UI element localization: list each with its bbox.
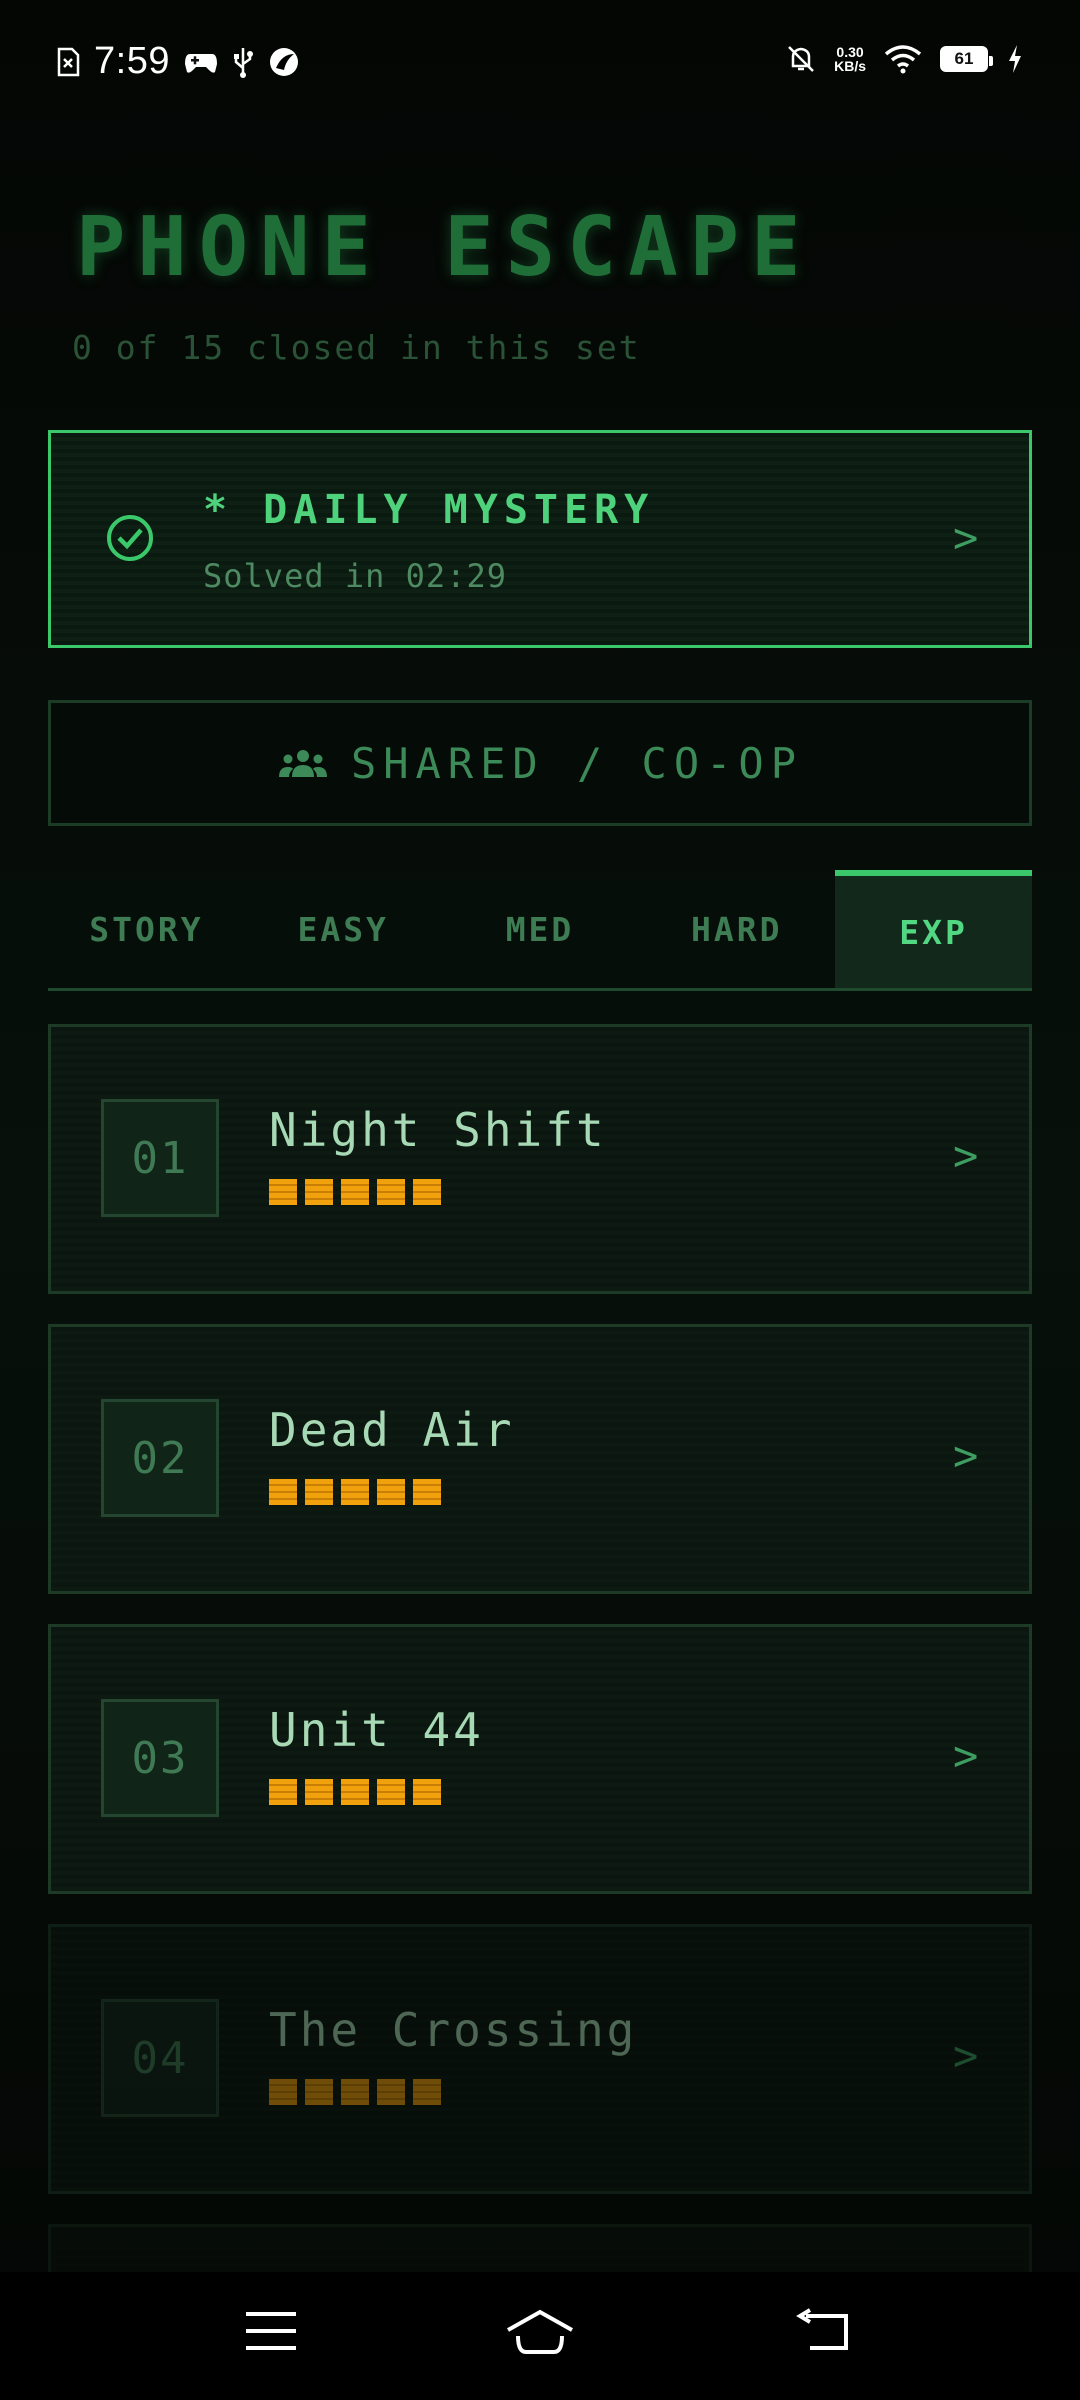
difficulty-bar [269,1479,297,1505]
daily-mystery-title: * DAILY MYSTERY [203,487,655,533]
wifi-icon [884,45,922,74]
chevron-right-icon: > [953,513,979,562]
progress-subtitle: 0 of 15 closed in this set [72,328,641,367]
battery-icon: 61 [940,46,993,72]
difficulty-bar [377,2079,405,2105]
tab-exp[interactable]: EXP [835,870,1032,988]
difficulty-bar [341,2079,369,2105]
difficulty-bar [413,1479,441,1505]
shared-coop-label: SHARED / CO-OP [350,738,803,788]
difficulty-tabs: STORY EASY MED HARD EXP [48,870,1032,991]
level-name: Night Shift [269,1103,607,1157]
difficulty-bar [305,2079,333,2105]
level-number: 01 [101,1099,219,1217]
tab-easy[interactable]: EASY [245,870,442,988]
difficulty-bar [305,1479,333,1505]
level-name: Unit 44 [269,1703,484,1757]
difficulty-bar [269,1779,297,1805]
difficulty-bar [305,1779,333,1805]
page-title: PHONE ESCAPE [76,200,813,295]
level-number: 03 [101,1699,219,1817]
gamepad-icon [184,53,217,73]
back-icon[interactable] [796,2308,850,2354]
home-icon[interactable] [504,2308,576,2358]
difficulty-bar [341,1479,369,1505]
tab-med[interactable]: MED [442,870,639,988]
level-item[interactable]: 03 Unit 44 > [48,1624,1032,1894]
clock: 7:59 [94,40,170,82]
shared-coop-button[interactable]: SHARED / CO-OP [48,700,1032,826]
level-item[interactable]: 04 The Crossing > [48,1924,1032,2194]
difficulty-bar [413,1179,441,1205]
level-item[interactable]: 02 Dead Air > [48,1324,1032,1594]
charging-icon [1009,45,1021,73]
daily-solved-time: Solved in 02:29 [203,557,507,595]
level-name: The Crossing [269,2003,638,2057]
system-nav-bar [0,2272,1080,2400]
difficulty-bar [269,1179,297,1205]
level-number: 04 [101,1999,219,2117]
bell-off-icon [788,46,814,72]
network-speed: 0.30 KB/s [834,44,866,74]
chevron-right-icon: > [953,1131,979,1180]
level-number: 02 [101,1399,219,1517]
sim-error-icon [57,47,80,76]
usb-icon [233,47,253,78]
difficulty-rating [269,1179,441,1205]
difficulty-bar [377,1779,405,1805]
app-icon [269,47,298,76]
difficulty-bar [413,1779,441,1805]
difficulty-bar [377,1179,405,1205]
difficulty-rating [269,1479,441,1505]
level-name: Dead Air [269,1403,515,1457]
chevron-right-icon: > [953,1431,979,1480]
level-item-partial[interactable] [48,2224,1032,2272]
check-circle-icon [107,515,153,561]
menu-icon[interactable] [244,2308,298,2354]
chevron-right-icon: > [953,2031,979,2080]
group-icon [278,750,327,777]
difficulty-bar [413,2079,441,2105]
daily-mystery-card[interactable]: * DAILY MYSTERY Solved in 02:29 > [48,430,1032,648]
difficulty-rating [269,2079,441,2105]
level-item[interactable]: 01 Night Shift > [48,1024,1032,1294]
difficulty-bar [305,1179,333,1205]
difficulty-bar [341,1779,369,1805]
difficulty-bar [269,2079,297,2105]
tab-hard[interactable]: HARD [638,870,835,988]
chevron-right-icon: > [953,1731,979,1780]
status-bar: 7:59 0.30 KB/s 61 [0,0,1080,120]
difficulty-bar [341,1179,369,1205]
tab-story[interactable]: STORY [48,870,245,988]
difficulty-bar [377,1479,405,1505]
difficulty-rating [269,1779,441,1805]
